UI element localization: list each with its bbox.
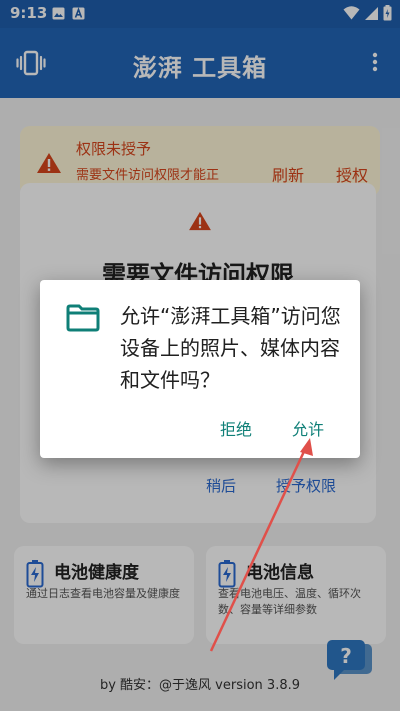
storage-permission-dialog: 允许“澎湃工具箱”访问您设备上的照片、媒体内容和文件吗？ 拒绝 允许 (40, 280, 360, 458)
folder-icon (66, 304, 100, 332)
dialog-message: 允许“澎湃工具箱”访问您设备上的照片、媒体内容和文件吗？ (120, 304, 341, 392)
allow-button[interactable]: 允许 (292, 416, 324, 440)
deny-button[interactable]: 拒绝 (220, 416, 252, 440)
